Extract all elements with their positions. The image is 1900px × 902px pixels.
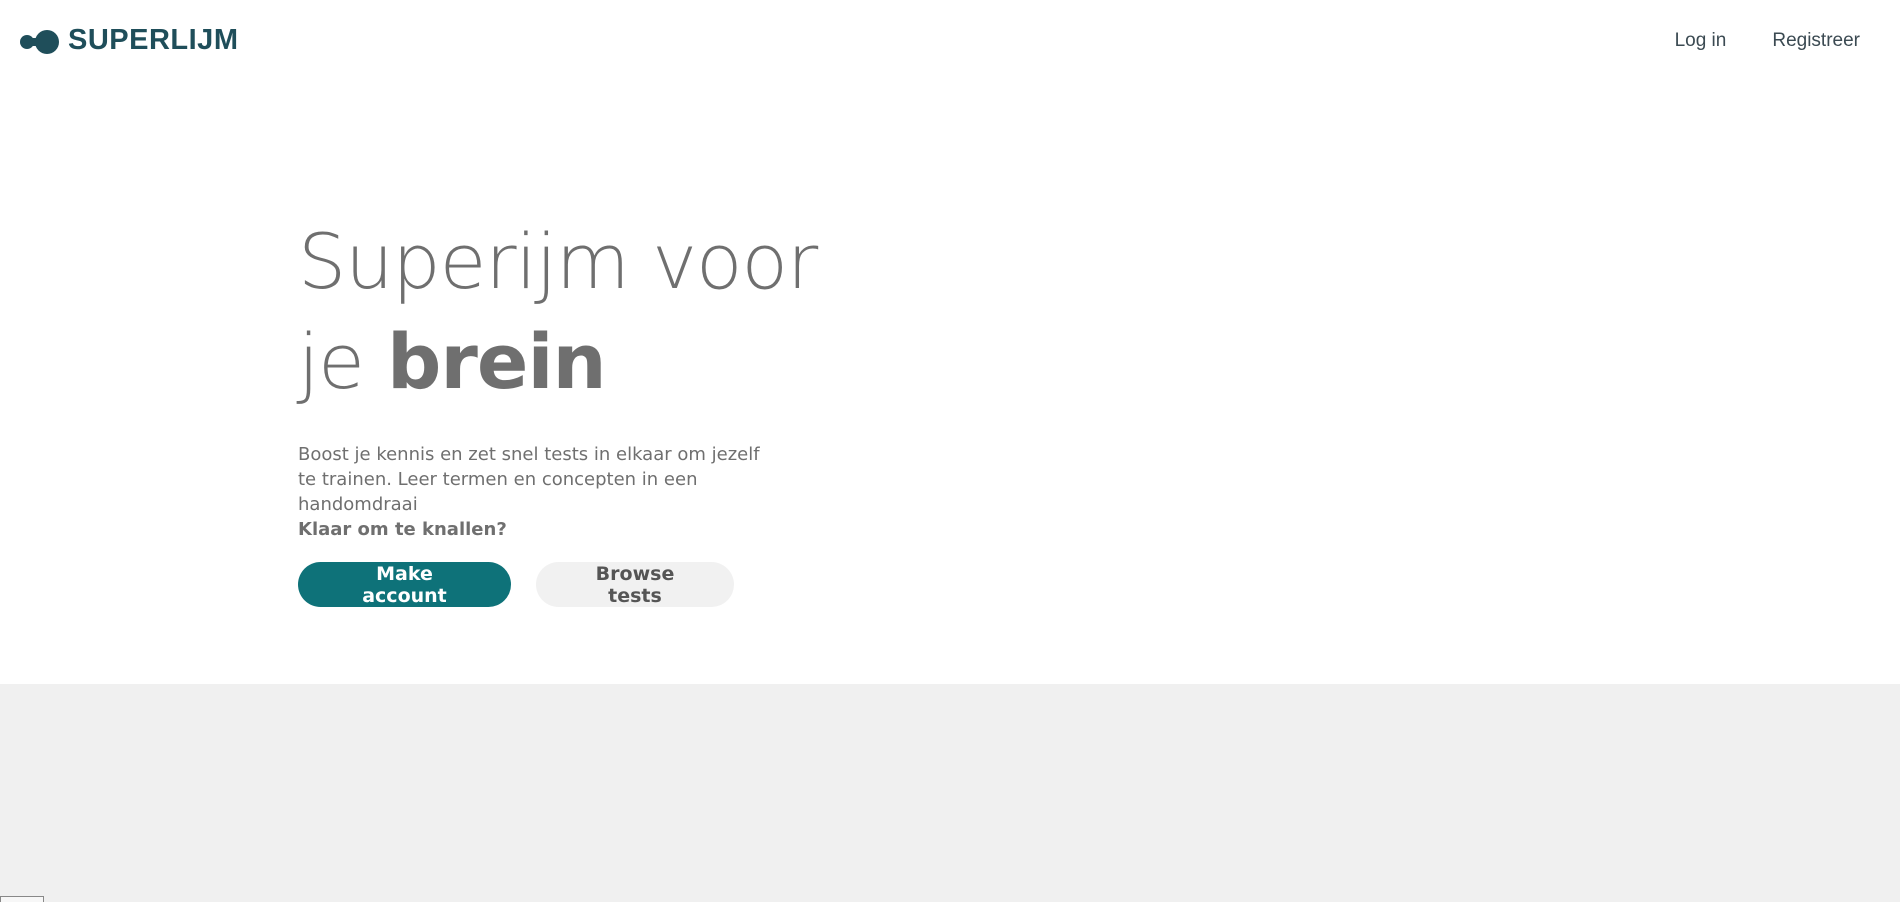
register-link[interactable]: Registreer [1772,30,1860,52]
hero-cta-text: Klaar om te knallen? [298,519,507,540]
top-navigation: SUPERLIJM Log in Registreer [0,0,1900,84]
brand-logo[interactable]: SUPERLIJM [20,26,238,55]
auth-links: Log in Registreer [1675,30,1860,52]
login-link[interactable]: Log in [1675,30,1727,52]
make-account-button[interactable]: Make account [298,562,511,607]
hero-section: Superijm voor je brein Boost je kennis e… [298,212,818,607]
hero-description: Boost je kennis en zet snel tests in elk… [298,444,760,515]
hero-title-line1: Superijm voor [298,217,818,306]
hero-buttons: Make account Browse tests [298,562,818,607]
browse-tests-button[interactable]: Browse tests [536,562,734,607]
corner-widget [0,896,44,902]
hero-title: Superijm voor je brein [298,212,818,412]
hero-subtitle: Boost je kennis en zet snel tests in elk… [298,442,778,542]
content-band [0,684,1900,902]
hero-title-line2-light: je [298,317,388,406]
brand-name: SUPERLIJM [68,24,239,56]
hero-title-line2-bold: brein [387,317,607,406]
logo-icon [20,28,60,54]
